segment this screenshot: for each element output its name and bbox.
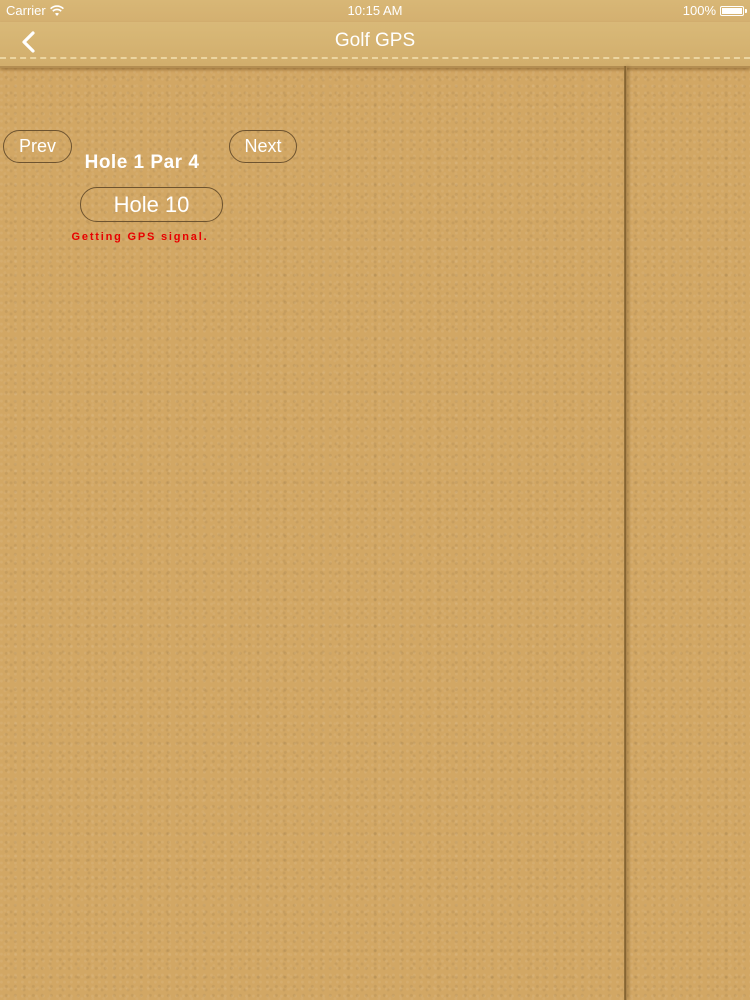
page-title: Golf GPS bbox=[334, 30, 416, 51]
golf-gps-screen: Carrier 10:15 AM 100% Golf GPS Prev Next… bbox=[0, 0, 750, 1000]
battery-icon bbox=[720, 5, 747, 16]
battery-indicator: 100% bbox=[682, 3, 747, 18]
gps-status-text: Getting GPS signal. bbox=[71, 231, 209, 243]
next-hole-button[interactable]: Next bbox=[229, 130, 297, 163]
battery-percent: 100% bbox=[682, 3, 716, 18]
battery-fill bbox=[722, 7, 742, 14]
status-time: 10:15 AM bbox=[347, 3, 403, 18]
status-bar: Carrier 10:15 AM 100% bbox=[0, 0, 750, 22]
panel-seam bbox=[624, 66, 627, 1000]
navigation-bar: Golf GPS bbox=[0, 22, 750, 68]
stitch-divider bbox=[0, 57, 750, 59]
hole-title: Hole 1 Par 4 bbox=[84, 152, 200, 173]
hole-selector-button[interactable]: Hole 10 bbox=[80, 187, 223, 222]
